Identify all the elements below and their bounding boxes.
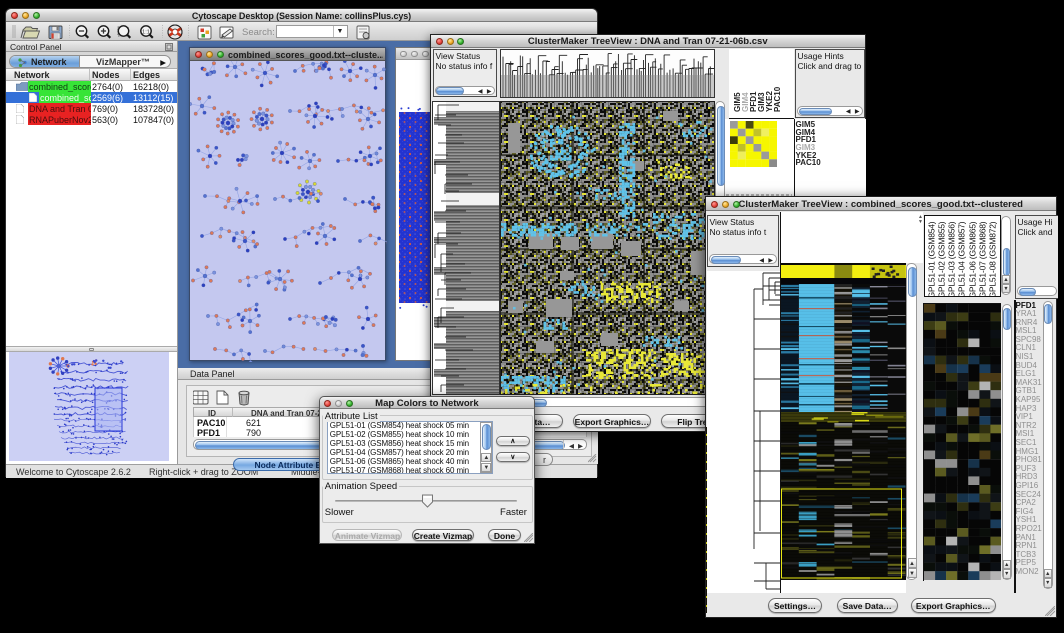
svg-text:1:1: 1:1 bbox=[142, 30, 150, 36]
